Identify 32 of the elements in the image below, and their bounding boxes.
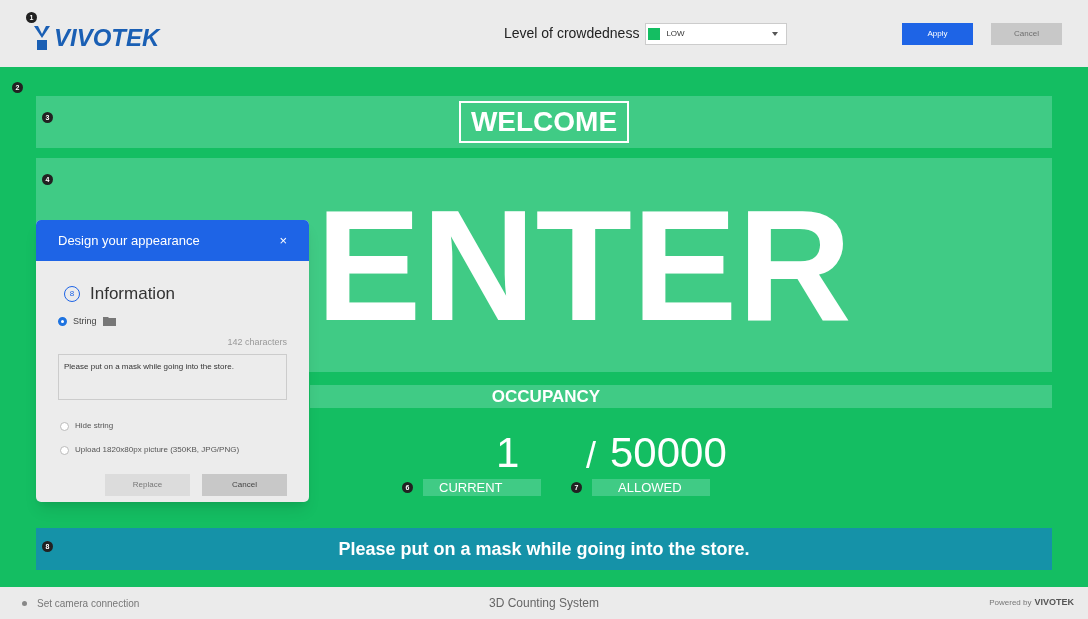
welcome-text: WELCOME bbox=[458, 101, 630, 143]
cancel-button[interactable]: Cancel bbox=[202, 474, 287, 496]
logo-mark-icon bbox=[34, 25, 50, 50]
radio-button[interactable] bbox=[58, 316, 67, 326]
option-label: Hide string bbox=[75, 420, 114, 432]
separator-slash: / bbox=[586, 438, 596, 474]
radio-button[interactable] bbox=[60, 445, 69, 455]
current-count: 1 bbox=[496, 432, 521, 474]
close-button[interactable]: × bbox=[279, 230, 287, 251]
occupancy-band: OCCUPANCY bbox=[310, 385, 1052, 408]
powered-by-text: Powered by bbox=[989, 597, 1032, 609]
character-counter: 142 characters bbox=[227, 337, 287, 347]
system-title: 3D Counting System bbox=[488, 595, 600, 612]
crowdedness-label: Level of crowdedness bbox=[503, 24, 640, 43]
brand-text: VIVOTEK bbox=[1034, 596, 1074, 610]
current-label: CURRENT bbox=[423, 479, 541, 496]
dialog-title: Design your appearance bbox=[58, 231, 200, 250]
string-text-area[interactable]: Please put on a mask while going into the store. bbox=[58, 354, 287, 400]
status-text: Set camera connection bbox=[37, 596, 140, 611]
apply-button[interactable]: Apply bbox=[902, 22, 973, 45]
crowdedness-dropdown[interactable]: LOW bbox=[645, 22, 788, 45]
radio-button[interactable] bbox=[60, 421, 69, 431]
enter-text: ENTER bbox=[316, 186, 852, 344]
section-title: Information bbox=[90, 283, 176, 305]
caret-icon bbox=[772, 31, 779, 36]
logo-text: VIVOTEK bbox=[54, 25, 160, 50]
folder-icon[interactable] bbox=[102, 316, 116, 327]
allowed-count: 50000 bbox=[610, 432, 727, 474]
message-text: Please put on a mask while going into the store. bbox=[338, 537, 750, 561]
allowed-label: ALLOWED bbox=[592, 479, 710, 496]
option-label: String bbox=[73, 314, 97, 328]
option-label: Upload 1820x80px picture (350KB, JPG/PNG) bbox=[75, 444, 240, 456]
